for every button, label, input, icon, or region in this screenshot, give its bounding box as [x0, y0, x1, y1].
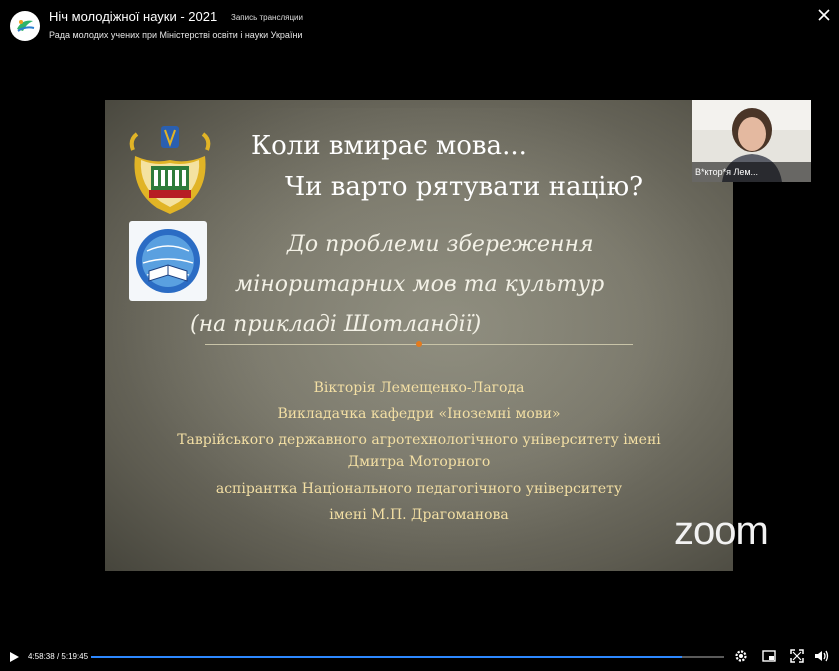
channel-name[interactable]: Рада молодих учених при Міністерстві осв…	[49, 30, 302, 40]
close-button[interactable]	[815, 6, 833, 24]
video-title[interactable]: Ніч молодіжної науки - 2021	[49, 9, 217, 24]
author-position: Викладачка кафедри «Іноземні мови»	[277, 406, 561, 422]
author-name: Вікторія Лемещенко-Лагода	[313, 380, 525, 396]
slide-subtitle-line1: До проблеми збереження	[287, 232, 594, 257]
close-icon	[818, 9, 830, 21]
volume-icon	[815, 650, 829, 662]
player-controls: 4:58:38 / 5:19:45	[0, 640, 839, 671]
author-university-line1: Таврійського державного агротехнологічно…	[177, 432, 661, 448]
slide-title-line2: Чи варто рятувати націю?	[285, 172, 644, 202]
author-postgrad-line2: імені М.П. Драгоманова	[329, 507, 509, 523]
slide-divider-dot	[416, 341, 422, 347]
volume-button[interactable]	[814, 649, 829, 663]
pip-icon	[762, 650, 776, 662]
fullscreen-button[interactable]	[790, 649, 804, 663]
globe-book-icon	[136, 229, 200, 293]
pip-button[interactable]	[762, 649, 776, 663]
progress-fill	[91, 656, 682, 658]
total-time: 5:19:45	[61, 652, 89, 661]
participant-name: В*ктор*я Лем...	[692, 162, 811, 182]
live-recording-label: Запись трансляции	[231, 13, 303, 22]
zoom-watermark: zoom	[674, 509, 769, 553]
fullscreen-icon	[790, 649, 804, 663]
slide-title-line1: Коли вмирає мова...	[251, 131, 527, 161]
slide-subtitle-line2: міноритарних мов та культур	[235, 272, 605, 297]
university-crest-logo	[129, 126, 211, 214]
author-university-line2: Дмитра Моторного	[347, 454, 491, 470]
author-postgrad-line1: аспірантка Національного педагогічного у…	[215, 481, 623, 497]
settings-button[interactable]	[734, 649, 748, 663]
progress-bar[interactable]	[91, 656, 724, 658]
play-button[interactable]	[8, 650, 20, 662]
video-header: Ніч молодіжної науки - 2021 Запись транс…	[0, 0, 839, 48]
settings-icon	[735, 650, 747, 662]
current-time: 4:58:38	[28, 652, 55, 661]
participant-video-tile[interactable]: В*ктор*я Лем...	[692, 100, 811, 182]
play-icon	[10, 652, 19, 662]
channel-avatar[interactable]	[10, 11, 40, 41]
slide-subtitle-line3: (на прикладі Шотландії)	[190, 312, 482, 337]
pedagogical-university-logo	[129, 221, 207, 301]
shared-slide: Коли вмирає мова... Чи варто рятувати на…	[105, 100, 733, 571]
channel-logo-icon	[11, 12, 39, 40]
time-display: 4:58:38 / 5:19:45	[28, 652, 88, 661]
